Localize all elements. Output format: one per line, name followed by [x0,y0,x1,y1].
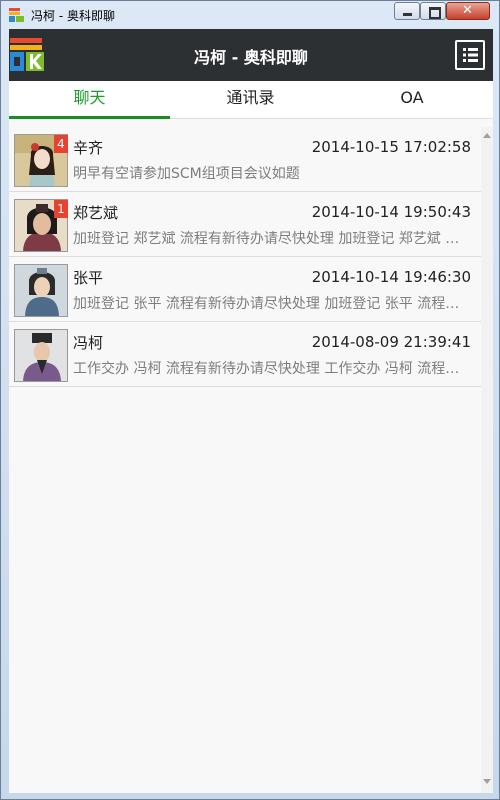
window-title: 冯柯 - 奥科即聊 [31,9,115,23]
app-header: 冯柯 - 奥科即聊 [9,29,493,81]
contact-name: 张平 [73,269,104,287]
tab-contacts[interactable]: 通讯录 [170,81,331,119]
close-button[interactable] [446,2,490,20]
scroll-up-arrow-icon[interactable] [483,133,491,138]
contact-name: 辛齐 [73,139,104,157]
scroll-down-arrow-icon[interactable] [483,779,491,784]
app-logo-icon [9,8,24,22]
message-preview: 工作交办 冯柯 流程有新待办请尽快处理 工作交办 冯柯 流程有新待办请尽快处理 [73,361,473,377]
chat-row[interactable]: 1 郑艺斌 2014-10-14 19:50:43 加班登记 郑艺斌 流程有新待… [9,192,481,257]
minimize-button[interactable] [394,2,420,20]
unread-badge: 1 [54,200,68,218]
page-title: 冯柯 - 奥科即聊 [194,48,308,67]
message-time: 2014-10-14 19:50:43 [311,203,471,221]
vertical-scrollbar[interactable] [481,127,493,793]
menu-button[interactable] [455,40,485,70]
tab-chat[interactable]: 聊天 [9,81,170,119]
avatar-image [15,265,67,316]
avatar-image [15,330,67,381]
contact-name: 冯柯 [73,334,104,352]
message-time: 2014-10-15 17:02:58 [311,138,471,156]
message-time: 2014-08-09 21:39:41 [311,333,471,351]
app-window: 冯柯 - 奥科即聊 冯柯 - 奥科即聊 [0,0,500,800]
chat-row[interactable]: 张平 2014-10-14 19:46:30 加班登记 张平 流程有新待办请尽快… [9,257,481,322]
message-time: 2014-10-14 19:46:30 [311,268,471,286]
message-preview: 加班登记 张平 流程有新待办请尽快处理 加班登记 张平 流程有新待办请尽快处理 [73,296,473,312]
window-titlebar[interactable]: 冯柯 - 奥科即聊 [1,1,499,29]
tab-oa[interactable]: OA [331,81,493,119]
active-tab-indicator [9,116,170,119]
chat-row[interactable]: 4 辛齐 2014-10-15 17:02:58 明早有空请参加SCM组项目会议… [9,127,481,192]
unread-badge: 4 [54,135,68,153]
chat-row[interactable]: 冯柯 2014-08-09 21:39:41 工作交办 冯柯 流程有新待办请尽快… [9,322,481,387]
chat-list: 4 辛齐 2014-10-15 17:02:58 明早有空请参加SCM组项目会议… [9,127,481,387]
maximize-button[interactable] [420,2,446,20]
list-menu-icon [463,48,478,62]
avatar [14,329,68,382]
app-content: 冯柯 - 奥科即聊 聊天 通讯录 OA 4 辛齐 2014-10-15 17:0… [9,29,493,793]
contact-name: 郑艺斌 [73,204,119,222]
message-preview: 加班登记 郑艺斌 流程有新待办请尽快处理 加班登记 郑艺斌 流程有新待办请尽快处… [73,231,473,247]
avatar [14,264,68,317]
tab-bar: 聊天 通讯录 OA [9,81,493,119]
message-preview: 明早有空请参加SCM组项目会议如题 [73,166,300,182]
